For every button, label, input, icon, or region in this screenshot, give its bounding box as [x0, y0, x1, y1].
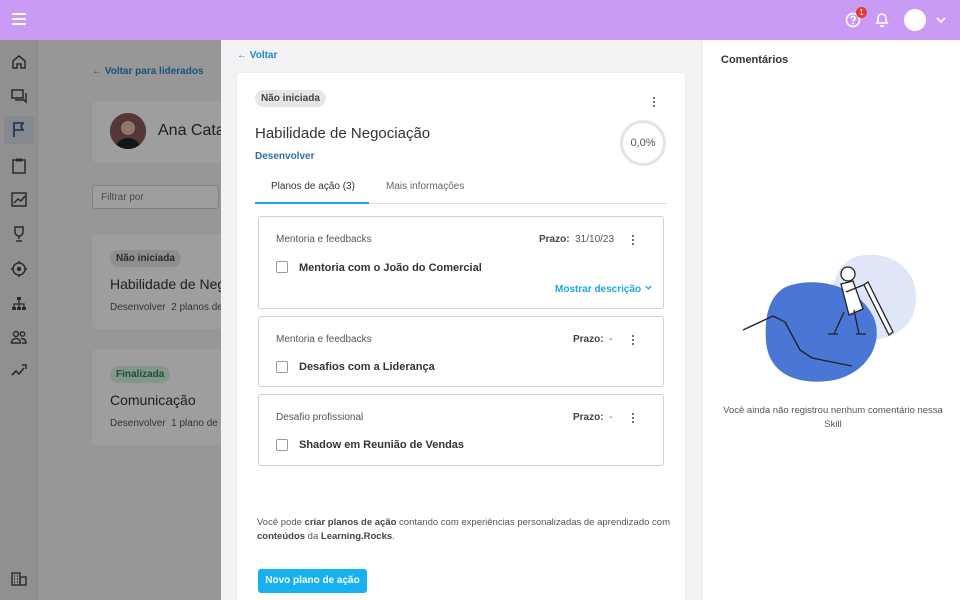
- tab-action-plans[interactable]: Planos de ação (3): [271, 181, 355, 192]
- top-bar: 1: [0, 0, 960, 40]
- plan-deadline: Prazo: 31/10/23: [539, 234, 615, 245]
- skill-detail-card: Não iniciada Habilidade de Negociação De…: [237, 73, 685, 600]
- plan-category: Mentoria e feedbacks: [276, 334, 372, 345]
- help-text: Você pode criar planos de ação contando …: [257, 517, 670, 542]
- comments-title: Comentários: [721, 54, 789, 66]
- plan-title: Desafios com a Liderança: [299, 361, 435, 373]
- plan-category: Mentoria e feedbacks: [276, 234, 372, 245]
- tab-more-info[interactable]: Mais informações: [386, 181, 464, 192]
- new-action-plan-button[interactable]: Novo plano de ação: [258, 569, 367, 593]
- skill-type: Desenvolver: [255, 151, 315, 162]
- action-plan-item: Desafio profissional Prazo: - Shadow em …: [258, 394, 664, 466]
- show-description-link[interactable]: Mostrar descrição: [555, 283, 653, 295]
- more-options-icon[interactable]: [631, 235, 635, 249]
- modal-overlay[interactable]: [0, 40, 221, 600]
- empty-comments-illustration: [742, 254, 917, 382]
- skill-drawer: ← Voltar Não iniciada Habilidade de Nego…: [221, 40, 701, 600]
- plan-title: Shadow em Reunião de Vendas: [299, 439, 465, 451]
- chevron-down-icon[interactable]: [935, 14, 947, 26]
- empty-comments-text: Você ainda não registrou nenhum comentár…: [723, 405, 943, 430]
- more-options-icon[interactable]: [652, 97, 656, 111]
- back-link[interactable]: ← Voltar: [237, 50, 277, 61]
- comments-panel: Comentários Você ainda não registrou nen…: [701, 40, 960, 600]
- plan-deadline: Prazo: -: [573, 334, 613, 345]
- avatar[interactable]: [904, 9, 926, 31]
- bell-icon[interactable]: [874, 12, 890, 28]
- plan-deadline: Prazo: -: [573, 412, 613, 423]
- more-options-icon[interactable]: [631, 413, 635, 427]
- progress-circle: 0,0%: [620, 120, 666, 166]
- notification-badge: 1: [856, 7, 867, 18]
- plan-category: Desafio profissional: [276, 412, 364, 423]
- more-options-icon[interactable]: [631, 335, 635, 349]
- status-badge: Não iniciada: [255, 90, 326, 107]
- skill-title: Habilidade de Negociação: [255, 125, 431, 142]
- menu-icon[interactable]: [12, 13, 26, 27]
- plan-checkbox[interactable]: [276, 361, 288, 373]
- active-tab-indicator: [255, 202, 369, 204]
- chevron-down-icon: [645, 285, 652, 290]
- action-plan-item: Mentoria e feedbacks Prazo: 31/10/23 Men…: [258, 216, 664, 309]
- action-plan-item: Mentoria e feedbacks Prazo: - Desafios c…: [258, 316, 664, 387]
- tab-bar: Planos de ação (3) Mais informações: [255, 176, 667, 204]
- plan-checkbox[interactable]: [276, 439, 288, 451]
- plan-checkbox[interactable]: [276, 261, 288, 273]
- arrow-left-icon: ←: [237, 50, 250, 61]
- plan-title: Mentoria com o João do Comercial: [299, 262, 482, 274]
